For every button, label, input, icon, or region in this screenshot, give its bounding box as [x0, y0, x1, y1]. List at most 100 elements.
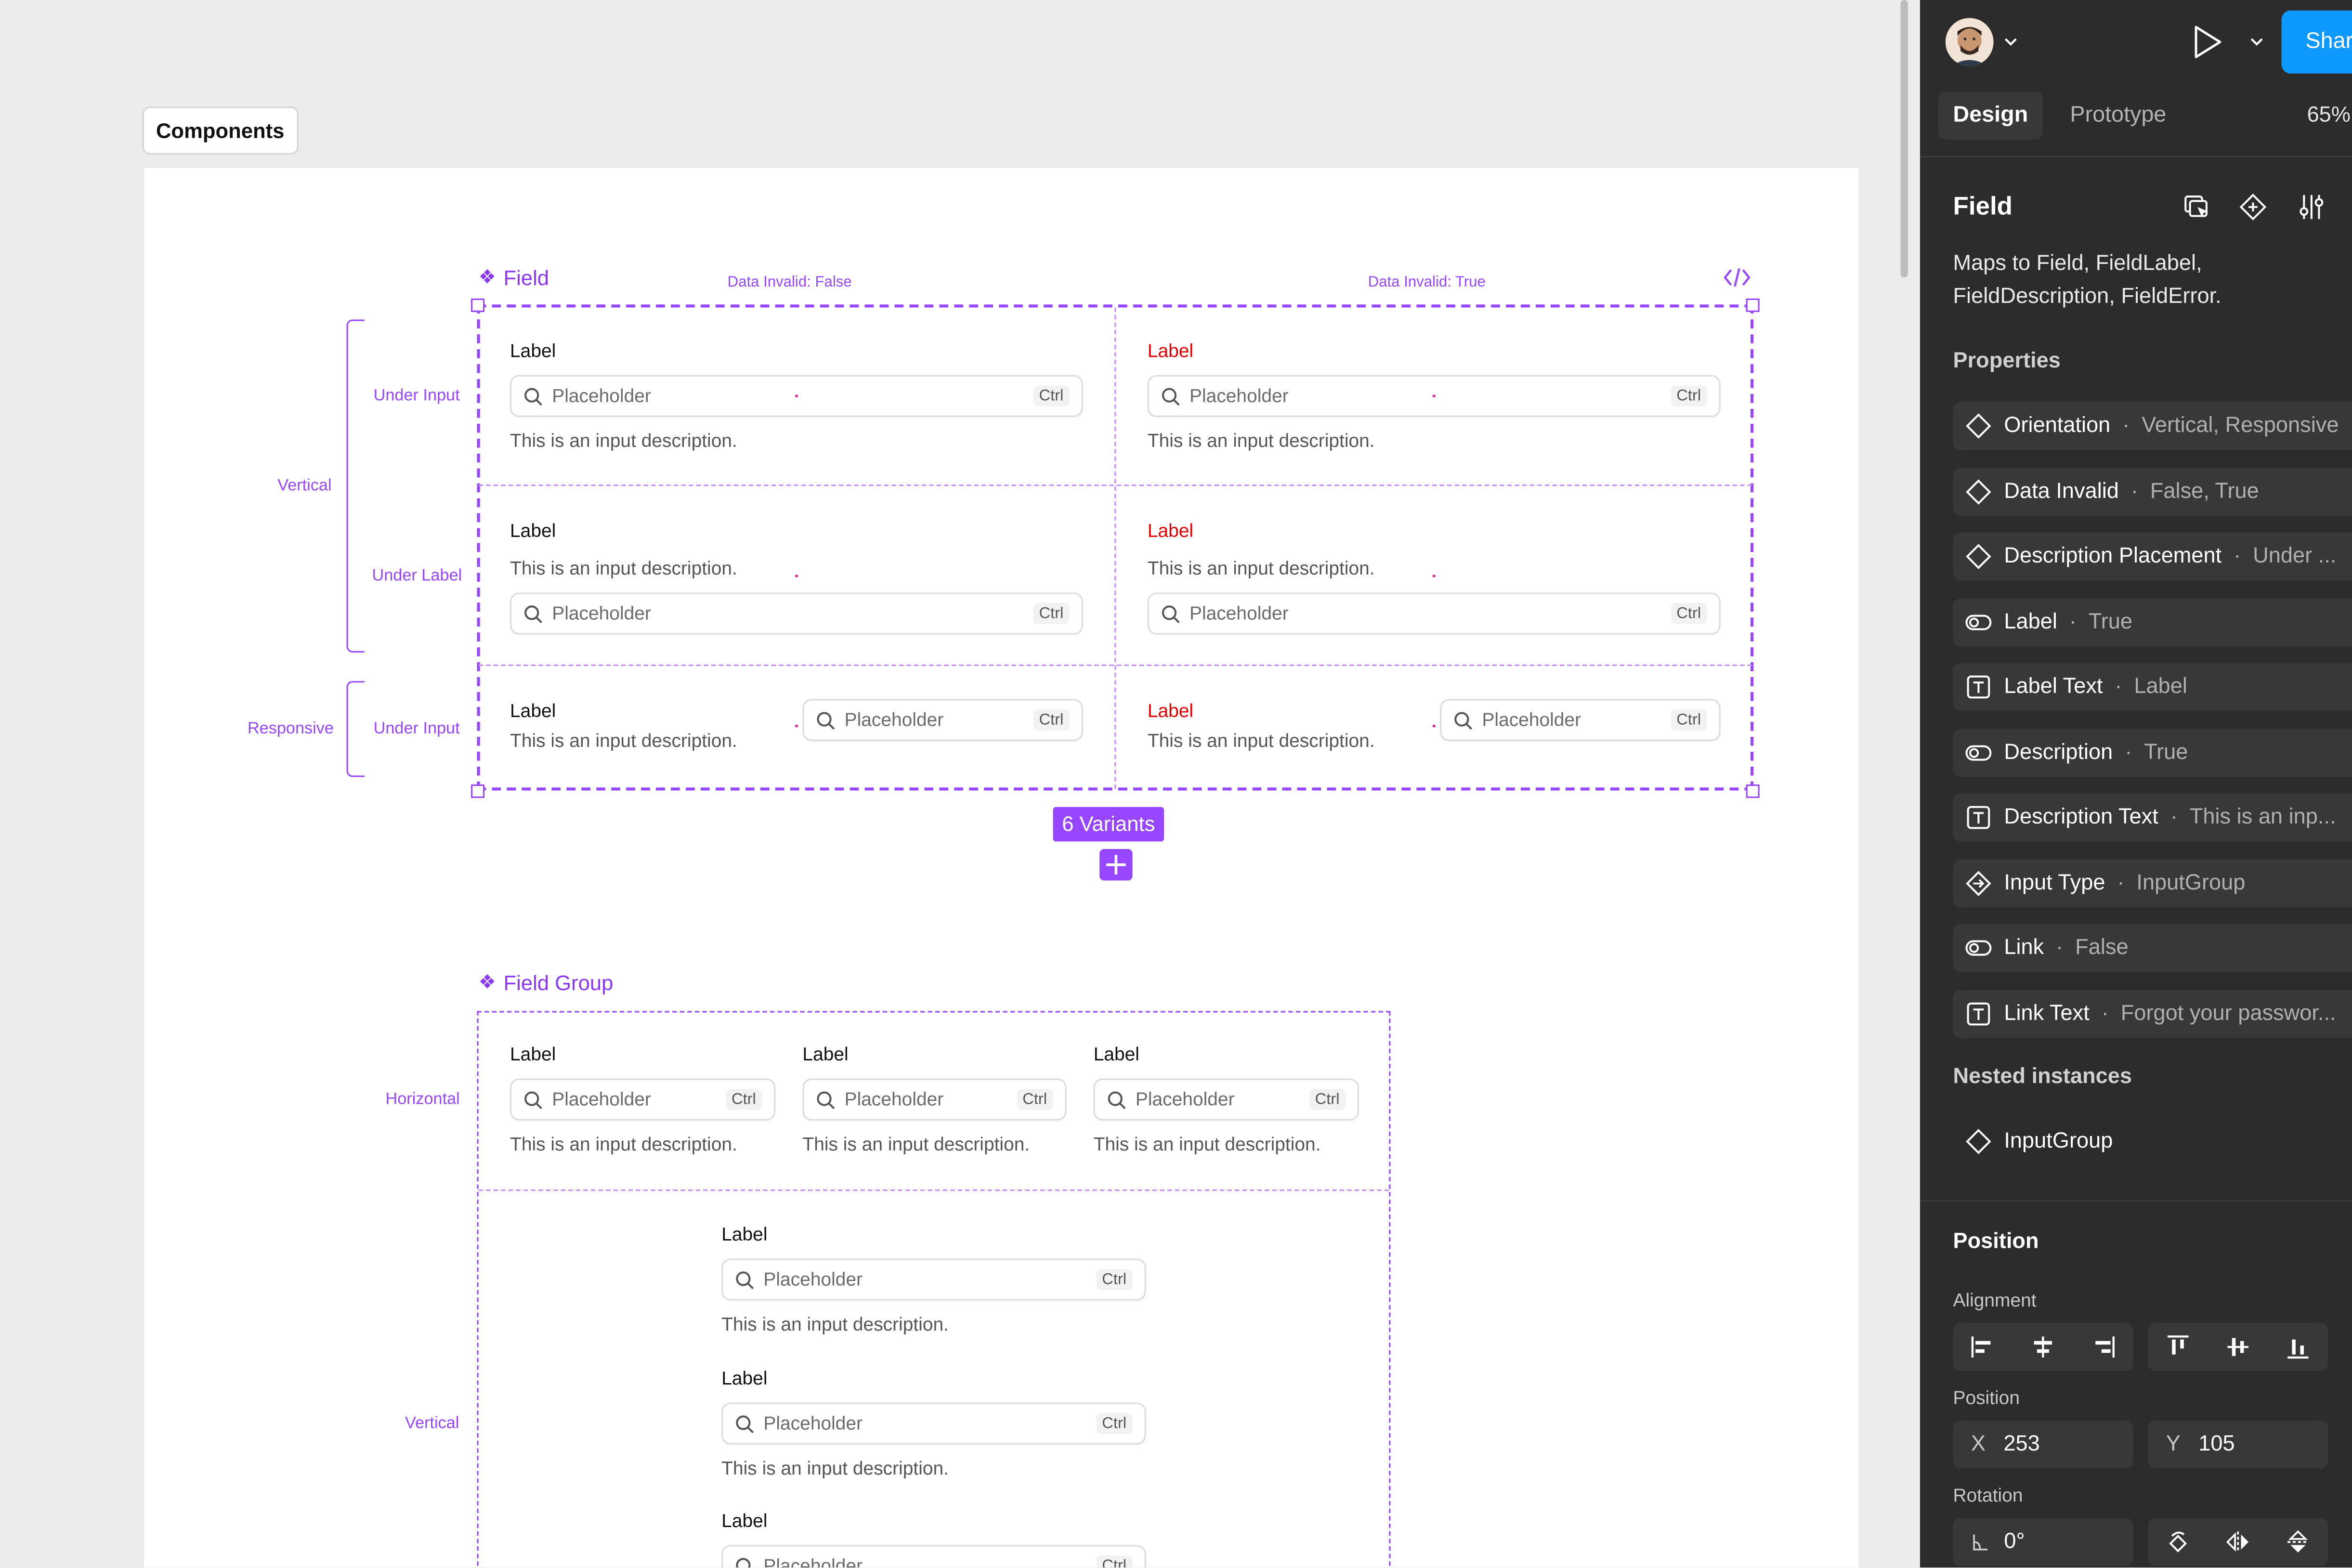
property-value: Label [2134, 675, 2187, 699]
boolean-icon [1965, 739, 1992, 766]
field-title-text: Field [503, 265, 549, 290]
align-top-icon[interactable] [2148, 1323, 2208, 1371]
play-icon[interactable] [2192, 24, 2225, 60]
user-avatar-icon [1945, 18, 1994, 66]
row-label-under-input-1: Under Input [373, 387, 460, 405]
x-axis-label: X [1971, 1432, 1986, 1457]
field-group-component-title[interactable]: ❖ Field Group [479, 970, 614, 994]
align-horizontal-center-icon[interactable] [2013, 1323, 2073, 1371]
column-divider [1114, 307, 1116, 789]
property-value: Vertical, Responsive [2142, 414, 2339, 438]
design-panel: Share Design Prototype 65% Field Maps to… [1920, 0, 2352, 1568]
input-group[interactable]: Placeholder Ctrl [721, 1545, 1146, 1568]
kbd-hint: Ctrl [1096, 1269, 1133, 1290]
input-group[interactable]: Placeholder Ctrl [510, 1078, 776, 1121]
separator-dot: · [2115, 675, 2122, 699]
rotation-input[interactable]: 0° [1953, 1518, 2133, 1566]
search-icon [1162, 604, 1180, 623]
input-placeholder: Placeholder [1135, 1089, 1235, 1110]
y-position-input[interactable]: Y 105 [2148, 1420, 2328, 1469]
nested-instance-item[interactable]: InputGroup [1953, 1118, 2113, 1166]
field-label: Label [721, 1224, 768, 1245]
canvas-scrollbar[interactable] [1900, 0, 1908, 278]
input-group[interactable]: Placeholder Ctrl [721, 1258, 1146, 1301]
input-placeholder: Placeholder [1189, 603, 1289, 624]
resize-handle-bl[interactable] [471, 784, 485, 798]
tab-design[interactable]: Design [1938, 91, 2043, 140]
align-left-icon[interactable] [1953, 1323, 2013, 1371]
resize-handle-tl[interactable] [471, 298, 485, 312]
property-row[interactable]: Link · False [1953, 924, 2352, 972]
field-component-title[interactable]: ❖ Field [479, 265, 549, 289]
property-row[interactable]: Description Text · This is an inp... [1953, 793, 2352, 842]
kbd-hint: Ctrl [1309, 1089, 1346, 1110]
search-icon [1108, 1090, 1126, 1109]
align-bottom-icon[interactable] [2268, 1323, 2328, 1371]
input-group[interactable]: Placeholder Ctrl [1093, 1078, 1359, 1121]
text-icon [1965, 804, 1992, 831]
property-row[interactable]: Label Text · Label [1953, 663, 2352, 711]
property-value: False, True [2150, 479, 2259, 504]
rotate-icon[interactable] [2148, 1518, 2208, 1566]
property-row[interactable]: Input Type · InputGroup [1953, 859, 2352, 907]
property-row[interactable]: Label · True [1953, 598, 2352, 646]
frame-name-tag[interactable]: Components [142, 106, 298, 155]
row-label-horizontal: Horizontal [385, 1090, 460, 1109]
component-settings-icon[interactable] [2297, 192, 2326, 222]
zoom-level[interactable]: 65% [2307, 104, 2351, 128]
property-row[interactable]: Link Text · Forgot your passwor... [1953, 989, 2352, 1037]
share-button[interactable]: Share [2281, 10, 2352, 74]
align-vertical-center-icon[interactable] [2208, 1323, 2268, 1371]
responsive-bracket [346, 681, 365, 777]
property-row[interactable]: Description Placement · Under ... [1953, 532, 2352, 581]
separator-dot: · [2130, 479, 2138, 504]
property-name: Input Type [2004, 871, 2105, 895]
input-group[interactable]: Placeholder Ctrl [1147, 592, 1721, 635]
input-group[interactable]: Placeholder Ctrl [721, 1402, 1146, 1445]
resize-handle-br[interactable] [1746, 784, 1760, 798]
align-right-icon[interactable] [2073, 1323, 2133, 1371]
section-divider [1920, 1200, 2352, 1202]
property-name: Description Placement [2004, 544, 2222, 569]
kbd-hint: Ctrl [1033, 603, 1070, 624]
property-row[interactable]: Description · True [1953, 728, 2352, 776]
search-icon [736, 1557, 751, 1568]
flip-vertical-icon[interactable] [2268, 1518, 2328, 1566]
input-placeholder: Placeholder [844, 1089, 944, 1110]
property-value: True [2144, 740, 2188, 764]
variants-count-badge[interactable]: 6 Variants [1053, 807, 1164, 842]
chevron-down-icon[interactable] [2004, 38, 2017, 47]
field-label: Label [510, 520, 556, 542]
add-variant-button[interactable] [1099, 849, 1133, 881]
input-group[interactable]: Placeholder Ctrl [510, 592, 1083, 635]
horizontal-alignment-group [1953, 1323, 2133, 1371]
tab-prototype[interactable]: Prototype [2055, 91, 2181, 140]
row-label-vertical: Vertical [405, 1414, 459, 1433]
separator-dot: · [2234, 544, 2241, 569]
transform-group [2148, 1518, 2328, 1566]
input-placeholder: Placeholder [552, 1089, 651, 1110]
canvas[interactable]: Components ❖ Field Data Invalid: False D… [0, 0, 1920, 1568]
search-icon [736, 1414, 754, 1433]
field-description: This is an input description. [802, 1134, 1030, 1155]
variant-icon [1965, 413, 1992, 440]
flip-horizontal-icon[interactable] [2208, 1518, 2268, 1566]
code-icon[interactable] [1724, 265, 1751, 289]
input-group[interactable]: Placeholder Ctrl [1440, 699, 1721, 741]
vertical-bracket [346, 319, 365, 653]
separator-dot: · [2170, 805, 2178, 830]
panel-header: Share Design Prototype 65% [1920, 0, 2352, 158]
property-row[interactable]: Orientation · Vertical, Responsive [1953, 402, 2352, 450]
kbd-hint: Ctrl [1096, 1413, 1133, 1434]
input-placeholder: Placeholder [844, 709, 944, 731]
input-group[interactable]: Placeholder Ctrl [802, 699, 1083, 741]
property-value: InputGroup [2136, 871, 2246, 895]
select-matching-icon[interactable] [2182, 194, 2212, 221]
go-to-main-component-icon[interactable] [2238, 192, 2268, 222]
chevron-down-icon[interactable] [2250, 38, 2263, 47]
input-group[interactable]: Placeholder Ctrl [802, 1078, 1067, 1121]
x-position-input[interactable]: X 253 [1953, 1420, 2133, 1469]
resize-handle-tr[interactable] [1746, 298, 1760, 312]
property-row[interactable]: Data Invalid · False, True [1953, 467, 2352, 515]
avatar[interactable] [1945, 18, 1994, 66]
